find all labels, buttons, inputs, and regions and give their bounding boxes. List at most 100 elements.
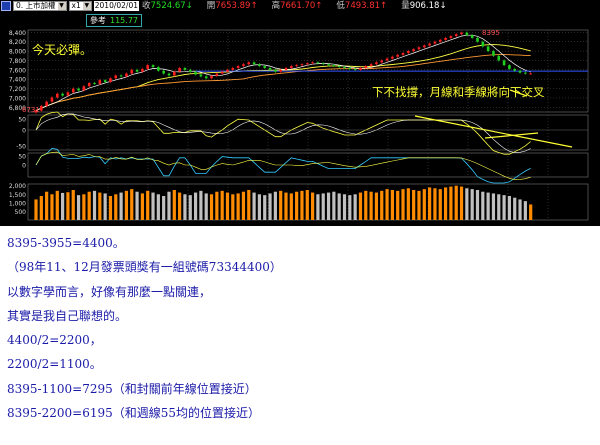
market-select[interactable]: 0. 上市加權 ▼ [13,1,67,11]
date-field[interactable]: 2010/02/01 [93,1,139,11]
candle-body [412,49,415,52]
candle-body [460,32,463,35]
macd-tick-label: -50 [16,144,26,151]
candle-body [61,93,64,96]
candle-body [364,66,368,68]
volume-bar [348,195,352,220]
candle-body [396,54,400,57]
osc-tick-label: 50 [18,154,26,161]
candle-body [210,75,213,79]
period-select[interactable]: x1 ▼ [68,1,92,11]
close-value: 7524.67↓ [150,1,193,11]
candle-body [247,62,251,65]
volume-bar [87,191,91,220]
candle-body [300,64,304,66]
candle-body [476,37,479,42]
post-line: （98年11、12月發票頭獎有一組號碼73344400） [7,260,282,275]
chart-app-icon[interactable] [1,1,11,11]
candle-body [135,69,139,72]
candle-body [369,64,373,67]
volume-bar [406,188,410,220]
volume-bar [220,190,224,220]
chevron-down-icon[interactable]: ▼ [82,2,91,10]
volume-bar [82,194,86,220]
chevron-down-icon[interactable]: ▼ [57,2,66,10]
volume-bar [502,195,506,220]
candle-body [98,80,102,84]
candle-body [348,67,352,69]
candle-body [279,69,282,72]
volume-bar [114,194,118,220]
volume-bar [459,186,464,220]
volume-bar [241,191,246,220]
candle-body [327,64,330,66]
candle-body [449,36,453,38]
volume-bar [337,193,341,220]
volume-bar [172,190,176,220]
candle-body [50,97,54,102]
volume-bar [34,199,38,220]
post-line: 其實是我自己聯想的。 [7,308,128,323]
volume-bar [518,199,522,220]
volume-bar [98,192,102,220]
volume-bar [263,195,267,220]
volume-bar [507,196,512,220]
volume-bar [199,190,203,220]
candle-body [215,73,219,76]
price-tick-label: 7,600 [9,67,26,74]
candle-body [77,88,80,91]
post-line: 8395-1100=7295（和封關前年線位置接近） [7,381,257,396]
volume-bar [103,193,107,220]
low-label: 低 [336,1,345,11]
candle-body [119,75,123,77]
candle-body [295,65,298,67]
volume-bar [108,196,113,220]
post-line: 以數字學而言，好像有那麼一點關連， [7,284,212,299]
candle-body [114,75,118,79]
volume-bar [273,191,277,220]
quote-toolbar: 0. 上市加權 ▼ x1 ▼ 2010/02/01 收 7524.67↓ 開 765… [0,0,600,12]
reference-value: 115.77 [110,16,138,25]
volume-panel [34,185,533,220]
volume-bar [215,191,219,220]
volume-bar [284,192,288,220]
volume-bar [321,193,325,220]
open-value: 7653.89↑ [215,1,258,11]
candle-body [45,101,48,106]
high-label: 高 [271,1,281,11]
open-label: 開 [206,1,216,11]
post-line: 2200/2=1100。 [7,357,102,372]
volume-bar [396,190,400,220]
volume-bar [151,192,155,220]
candle-body [385,58,389,61]
high-value: 7661.70↑ [280,1,323,11]
candle-body [321,63,325,65]
trendline [414,115,573,148]
volume-bar [268,193,272,220]
volume-bar [162,196,166,220]
candle-body [172,71,176,76]
candle-body [258,64,261,67]
candle-body [236,66,240,68]
volume-bar [279,190,283,220]
volume-bar [497,194,501,220]
volume-bar [523,201,527,220]
candle-body [513,68,517,71]
volume-bar [385,189,389,220]
today-note: 今天必彈。 [32,43,93,57]
period-select-value: x1 [71,1,81,10]
candle-body [167,73,171,76]
candle-body [274,69,277,72]
post-line: 4400/2=2200， [7,333,102,348]
volume-bar [300,190,304,220]
volume-value: 906.18↓ [409,1,447,11]
volume-field: 量 906.18↓ [401,0,446,12]
volume-bar [193,192,198,220]
candle-body [204,76,208,79]
reference-box: 參考 115.77 [86,14,142,27]
volume-bar [236,193,240,220]
high-field: 高 7661.70↑ [272,0,323,12]
candle-body [226,69,229,72]
volume-bar [417,190,421,220]
candle-body [470,35,474,38]
